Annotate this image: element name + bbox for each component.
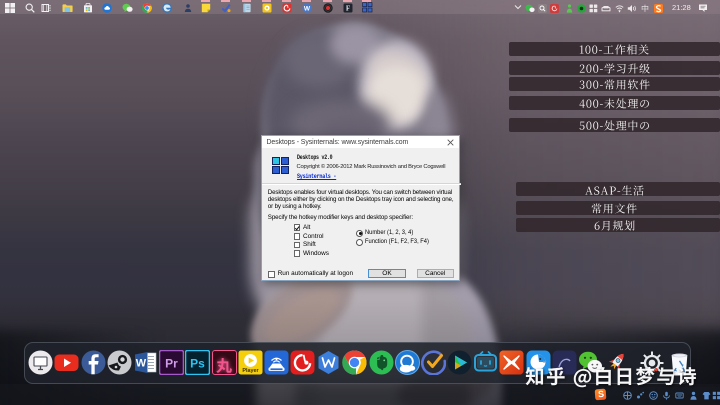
- svg-text:Pr: Pr: [165, 357, 178, 371]
- svg-text:Player: Player: [242, 368, 259, 374]
- svg-text:W: W: [136, 358, 147, 370]
- svg-text:F: F: [345, 4, 349, 12]
- svg-text:W: W: [304, 5, 311, 12]
- svg-text:Ps: Ps: [190, 357, 205, 371]
